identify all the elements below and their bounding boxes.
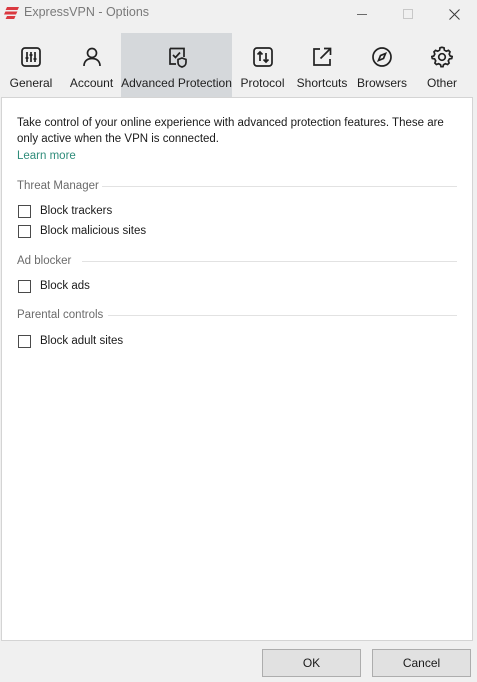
section-divider xyxy=(102,186,457,187)
close-icon xyxy=(448,8,460,20)
checkbox-box[interactable] xyxy=(18,224,31,238)
options-tab-bar: General Account Advanced Protection Prot… xyxy=(0,33,477,97)
checkbox-box[interactable] xyxy=(18,334,31,348)
close-button[interactable] xyxy=(431,0,477,28)
maximize-button xyxy=(385,0,431,28)
cancel-button[interactable]: Cancel xyxy=(372,649,471,677)
tab-other-label: Other xyxy=(426,76,457,90)
intro-text: Take control of your online experience w… xyxy=(17,117,444,145)
checkbox-label: Block ads xyxy=(40,280,90,292)
person-icon xyxy=(82,47,101,67)
minimize-button[interactable] xyxy=(339,0,385,28)
ok-button[interactable]: OK xyxy=(262,649,361,677)
block-trackers-checkbox[interactable]: Block trackers xyxy=(18,203,112,219)
tab-general[interactable]: General xyxy=(2,33,60,97)
sliders-icon xyxy=(21,47,41,67)
learn-more-link[interactable]: Learn more xyxy=(17,150,76,162)
protocol-icon xyxy=(252,47,273,67)
tab-advanced-protection-label: Advanced Protection xyxy=(121,76,232,90)
title-bar: ExpressVPN - Options xyxy=(0,0,477,28)
block-ads-checkbox[interactable]: Block ads xyxy=(18,278,90,294)
section-title-threat-manager: Threat Manager xyxy=(17,180,99,192)
tab-general-label: General xyxy=(9,76,53,90)
block-adult-sites-checkbox[interactable]: Block adult sites xyxy=(18,333,123,349)
tab-other[interactable]: Other xyxy=(414,33,470,97)
minimize-icon xyxy=(357,14,367,15)
shield-check-icon xyxy=(168,47,187,68)
tab-account-label: Account xyxy=(69,76,114,90)
section-title-parental-controls: Parental controls xyxy=(17,309,104,321)
tab-advanced-protection[interactable]: Advanced Protection xyxy=(121,33,232,97)
tab-browsers[interactable]: Browsers xyxy=(353,33,411,97)
compass-icon xyxy=(372,47,392,67)
section-title-ad-blocker: Ad blocker xyxy=(17,255,72,267)
tab-shortcuts[interactable]: Shortcuts xyxy=(293,33,351,97)
checkbox-label: Block malicious sites xyxy=(40,225,147,237)
tab-browsers-label: Browsers xyxy=(356,76,407,90)
block-malicious-sites-checkbox[interactable]: Block malicious sites xyxy=(18,223,146,239)
tab-account[interactable]: Account xyxy=(63,33,120,97)
checkbox-box[interactable] xyxy=(18,279,31,293)
window-title: ExpressVPN - Options xyxy=(24,5,150,19)
section-divider xyxy=(82,261,457,262)
gear-icon xyxy=(431,46,453,68)
tab-protocol[interactable]: Protocol xyxy=(234,33,291,97)
checkbox-label: Block trackers xyxy=(40,205,113,217)
checkbox-box[interactable] xyxy=(18,204,31,218)
checkbox-label: Block adult sites xyxy=(40,335,124,347)
tab-shortcuts-label: Shortcuts xyxy=(296,76,348,90)
advanced-protection-panel: Take control of your online experience w… xyxy=(1,97,473,641)
tab-protocol-label: Protocol xyxy=(240,76,285,90)
expressvpn-logo-icon xyxy=(4,7,19,19)
external-link-icon xyxy=(313,47,332,66)
section-divider xyxy=(108,315,457,316)
maximize-icon xyxy=(403,9,413,19)
